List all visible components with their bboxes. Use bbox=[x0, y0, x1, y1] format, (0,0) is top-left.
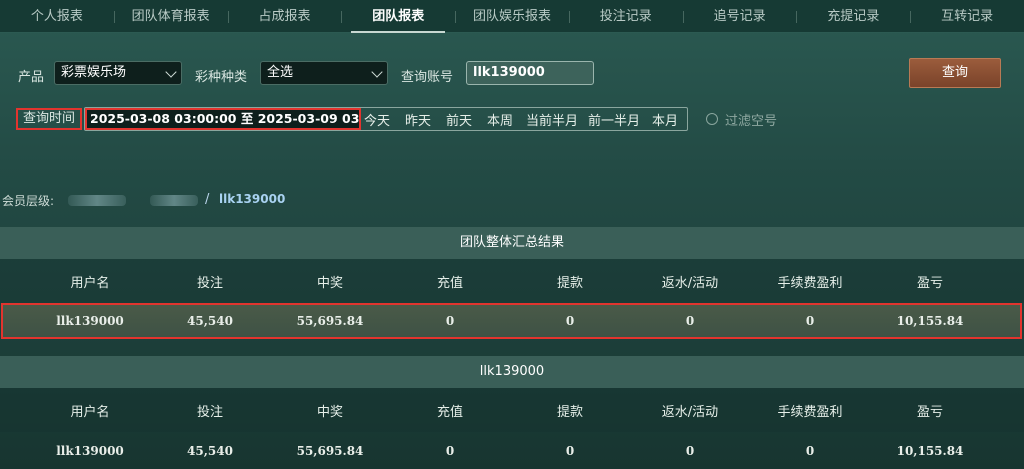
query-time-label: 查询时间 bbox=[16, 108, 82, 130]
quick-range-current-half-month[interactable]: 当前半月 bbox=[526, 110, 578, 129]
cell-fee-profit: 0 bbox=[805, 314, 815, 328]
tab-team-report[interactable]: 团队报表 bbox=[341, 0, 455, 33]
cell-winnings: 55,695.84 bbox=[296, 314, 364, 328]
report-tabs: 个人报表 团队体育报表 占成报表 团队报表 团队娱乐报表 投注记录 追号记录 充… bbox=[0, 0, 1024, 33]
cell-bets: 45,540 bbox=[187, 314, 233, 328]
cell-username[interactable]: llk139000 bbox=[30, 444, 150, 458]
product-label: 产品 bbox=[18, 70, 45, 85]
detail-table-title: llk139000 bbox=[0, 356, 1024, 388]
tab-team-sports-report[interactable]: 团队体育报表 bbox=[113, 0, 228, 33]
tab-personal-report[interactable]: 个人报表 bbox=[0, 0, 114, 33]
query-button[interactable]: 查询 bbox=[909, 58, 1001, 88]
table-row: llk139000 45,540 55,695.84 0 0 0 0 10,15… bbox=[0, 433, 1024, 469]
quick-range-previous-half-month[interactable]: 前一半月 bbox=[588, 110, 640, 129]
cell-profit-loss: 10,155.84 bbox=[896, 444, 964, 458]
cell-bets: 45,540 bbox=[187, 444, 233, 458]
cell-profit-loss: 10,155.84 bbox=[896, 314, 964, 328]
chevron-down-icon bbox=[165, 66, 177, 78]
cell-username: llk139000 bbox=[56, 314, 124, 328]
detail-table-header: 用户名 投注 中奖 充值 提款 返水/活动 手续费盈利 盈亏 bbox=[0, 388, 1024, 432]
product-select[interactable]: 彩票娱乐场 bbox=[54, 61, 182, 85]
filter-empty-label: 过滤空号 bbox=[725, 114, 778, 129]
lottery-type-select[interactable]: 全选 bbox=[260, 61, 388, 85]
account-label: 查询账号 bbox=[401, 70, 454, 85]
table-row: llk139000 45,540 55,695.84 0 0 0 0 10,15… bbox=[0, 303, 1024, 339]
column-header-bets: 投注 bbox=[196, 404, 223, 420]
quick-range-day-before[interactable]: 前天 bbox=[446, 110, 472, 129]
column-header-withdrawal: 提款 bbox=[556, 275, 583, 291]
summary-table-header: 用户名 投注 中奖 充值 提款 返水/活动 手续费盈利 盈亏 bbox=[0, 259, 1024, 303]
breadcrumb-separator: / bbox=[205, 192, 210, 207]
column-header-rebate: 返水/活动 bbox=[661, 404, 719, 420]
blurred-level-name bbox=[68, 195, 126, 206]
account-input[interactable]: llk139000 bbox=[466, 61, 594, 85]
summary-table-title: 团队整体汇总结果 bbox=[0, 227, 1024, 259]
cell-winnings: 55,695.84 bbox=[296, 444, 364, 458]
cell-rebate: 0 bbox=[685, 444, 695, 458]
lottery-type-select-value: 全选 bbox=[267, 65, 294, 80]
cell-fee-profit: 0 bbox=[805, 444, 815, 458]
column-header-profit-loss: 盈亏 bbox=[916, 275, 943, 291]
cell-deposit: 0 bbox=[445, 444, 455, 458]
column-header-winnings: 中奖 bbox=[316, 275, 343, 291]
filter-empty-radio[interactable] bbox=[706, 113, 718, 125]
tab-share-report[interactable]: 占成报表 bbox=[227, 0, 342, 33]
cell-rebate: 0 bbox=[685, 314, 695, 328]
cell-withdrawal: 0 bbox=[565, 444, 575, 458]
column-header-rebate: 返水/活动 bbox=[661, 275, 719, 291]
column-header-profit-loss: 盈亏 bbox=[916, 404, 943, 420]
tab-transfer-records[interactable]: 互转记录 bbox=[910, 0, 1024, 33]
column-header-fee-profit: 手续费盈利 bbox=[777, 404, 843, 420]
product-select-value: 彩票娱乐场 bbox=[61, 65, 127, 80]
cell-withdrawal: 0 bbox=[565, 314, 575, 328]
quick-range-yesterday[interactable]: 昨天 bbox=[405, 110, 431, 129]
member-level-label: 会员层级: bbox=[2, 194, 55, 208]
column-header-username: 用户名 bbox=[70, 404, 110, 420]
column-header-bets: 投注 bbox=[196, 275, 223, 291]
chevron-down-icon bbox=[371, 66, 383, 78]
tab-team-entertainment-report[interactable]: 团队娱乐报表 bbox=[455, 0, 569, 33]
column-header-deposit: 充值 bbox=[436, 275, 463, 291]
column-header-fee-profit: 手续费盈利 bbox=[777, 275, 843, 291]
quick-range-this-month[interactable]: 本月 bbox=[652, 110, 678, 129]
column-header-username: 用户名 bbox=[70, 275, 110, 291]
tab-deposit-withdraw-records[interactable]: 充提记录 bbox=[796, 0, 910, 33]
tab-bet-records[interactable]: 投注记录 bbox=[568, 0, 683, 33]
column-header-withdrawal: 提款 bbox=[556, 404, 583, 420]
column-header-deposit: 充值 bbox=[436, 404, 463, 420]
blurred-level-name bbox=[150, 195, 198, 206]
quick-range-this-week[interactable]: 本周 bbox=[487, 110, 513, 129]
quick-range-today[interactable]: 今天 bbox=[364, 110, 390, 129]
date-range-input[interactable]: 2025-03-08 03:00:00 至 2025-03-09 03:00:0 bbox=[85, 108, 361, 130]
cell-deposit: 0 bbox=[445, 314, 455, 328]
breadcrumb-current-account[interactable]: llk139000 bbox=[219, 192, 285, 206]
column-header-winnings: 中奖 bbox=[316, 404, 343, 420]
tab-chase-records[interactable]: 追号记录 bbox=[682, 0, 797, 33]
lottery-type-label: 彩种种类 bbox=[195, 70, 248, 85]
